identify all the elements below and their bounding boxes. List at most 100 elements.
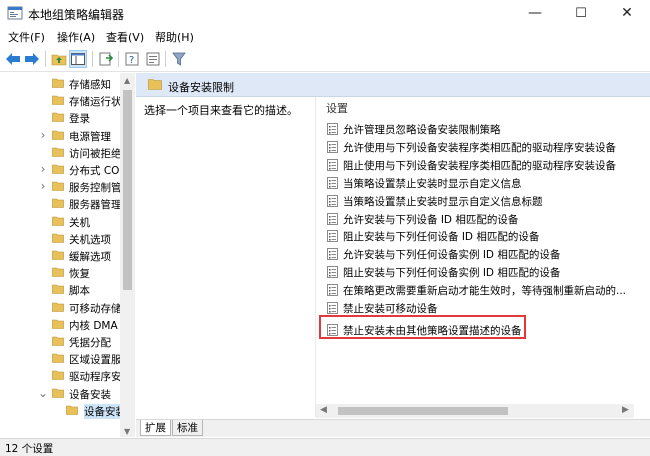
folder-icon: [52, 267, 64, 277]
toolbar-separator: [45, 51, 46, 67]
policy-setting-label: 在策略更改需要重新启动才能生效时，等待强制重新启动的...: [343, 285, 627, 298]
back-button[interactable]: [4, 50, 22, 68]
help-icon: ?: [125, 52, 139, 66]
policy-setting-row[interactable]: 允许安装与下列设备 ID 相匹配的设备: [327, 210, 627, 228]
policy-setting-row[interactable]: 在策略更改需要重新启动才能生效时，等待强制重新启动的...: [327, 281, 627, 299]
close-button[interactable]: ✕: [604, 0, 650, 26]
tree-item[interactable]: 缓解选项: [0, 247, 120, 264]
policy-setting-label: 阻止安装与下列任何设备实例 ID 相匹配的设备: [343, 267, 561, 280]
policy-setting-row[interactable]: 当策略设置禁止安装时显示自定义信息: [327, 174, 627, 192]
tree-item[interactable]: 存储感知: [0, 75, 120, 92]
menu-file[interactable]: 文件(F): [8, 29, 45, 45]
tab-standard[interactable]: 标准: [172, 420, 203, 436]
chevron-down-icon[interactable]: ⌄: [38, 387, 48, 399]
show-hide-tree-button[interactable]: [69, 50, 87, 68]
group-policy-app-icon: [7, 6, 23, 20]
tree-item[interactable]: 脚本: [0, 281, 120, 298]
chevron-right-icon[interactable]: ›: [38, 180, 48, 192]
chevron-right-icon: [38, 216, 48, 226]
chevron-right-icon: [38, 319, 48, 329]
policy-setting-icon: [327, 230, 338, 243]
tree-item[interactable]: 恢复: [0, 264, 120, 281]
tree-item-label: 可移动存储: [69, 302, 121, 315]
settings-scrollbar-thumb[interactable]: [338, 407, 508, 415]
tree-item[interactable]: 存储运行状: [0, 92, 121, 109]
tree-item-label: 访问被拒绝: [69, 147, 121, 160]
toolbar-separator: [118, 51, 119, 67]
menu-view[interactable]: 查看(V): [106, 29, 144, 45]
chevron-right-icon: [38, 284, 48, 294]
tree-item[interactable]: 凭据分配: [0, 333, 120, 350]
chevron-right-icon: [38, 250, 48, 260]
policy-setting-label: 允许安装与下列任何设备实例 ID 相匹配的设备: [343, 249, 561, 262]
tree-item[interactable]: 驱动程序安: [0, 367, 121, 384]
tree-item-label: 登录: [69, 113, 90, 126]
policy-setting-icon: [327, 194, 338, 207]
tree-item[interactable]: › 分布式 COM: [0, 161, 121, 178]
tree-item-label: 设备安装: [69, 388, 111, 401]
console-tree[interactable]: 存储感知存储运行状登录 › 电源管理访问被拒绝 › 分布式 COM › 服务控制管服务器管理…: [0, 73, 135, 437]
menu-action[interactable]: 操作(A): [57, 29, 95, 45]
tree-item[interactable]: 可移动存储: [0, 299, 121, 316]
policy-setting-row[interactable]: 允许管理员忽略设备安装限制策略: [327, 120, 627, 138]
tree-item[interactable]: 登录: [0, 109, 120, 126]
chevron-right-icon: [38, 370, 48, 380]
folder-icon: [52, 336, 64, 346]
folder-icon: [52, 302, 64, 312]
tree-item[interactable]: › 服务控制管: [0, 178, 121, 195]
tree-item[interactable]: ⌄ 设备安装: [0, 385, 120, 402]
tree-item[interactable]: 服务器管理: [0, 195, 121, 212]
policy-setting-row[interactable]: 阻止安装与下列任何设备 ID 相匹配的设备: [327, 227, 627, 245]
svg-text:?: ?: [129, 55, 134, 66]
tree-item-label: 服务器管理: [69, 199, 121, 212]
folder-icon: [52, 370, 64, 381]
tree-item[interactable]: 关机选项: [0, 230, 120, 247]
policy-setting-label: 允许安装与下列设备 ID 相匹配的设备: [343, 213, 519, 226]
settings-column-header[interactable]: 设置: [326, 100, 348, 116]
tree-item-label: 存储感知: [69, 79, 111, 91]
policy-setting-row[interactable]: 阻止安装与下列任何设备实例 ID 相匹配的设备: [327, 263, 627, 281]
policy-setting-icon: [327, 158, 338, 171]
export-list-button[interactable]: [97, 50, 115, 68]
chevron-right-icon[interactable]: ›: [38, 163, 48, 175]
tree-scroll-down-icon[interactable]: ▼: [124, 427, 130, 436]
highlight-box: [319, 315, 526, 339]
help-button[interactable]: ?: [123, 50, 141, 68]
chevron-right-icon: [38, 353, 48, 363]
policy-setting-label: 阻止安装与下列任何设备 ID 相匹配的设备: [343, 231, 540, 244]
tree-item-label: 服务控制管: [69, 182, 121, 195]
up-folder-button[interactable]: [50, 50, 68, 68]
forward-button[interactable]: [23, 50, 41, 68]
policy-setting-row[interactable]: 允许安装与下列任何设备实例 ID 相匹配的设备: [327, 245, 627, 263]
tree-item[interactable]: 内核 DMA: [0, 316, 120, 333]
maximize-button[interactable]: ☐: [558, 0, 604, 26]
view-tabs: [136, 419, 650, 437]
policy-setting-row[interactable]: 允许使用与下列设备安装程序类相匹配的驱动程序安装设备: [327, 138, 627, 156]
tree-item-selected[interactable]: 设备安装: [0, 402, 120, 419]
chevron-right-icon: [38, 267, 48, 277]
tree-scrollbar-thumb[interactable]: [123, 90, 132, 290]
policy-setting-row[interactable]: 当策略设置禁止安装时显示自定义信息标题: [327, 192, 627, 210]
policy-setting-label: 允许使用与下列设备安装程序类相匹配的驱动程序安装设备: [343, 141, 616, 154]
tree-scroll-up-icon[interactable]: ▲: [124, 76, 130, 85]
minimize-button[interactable]: —: [512, 0, 558, 26]
policy-setting-label: 阻止使用与下列设备安装程序类相匹配的驱动程序安装设备: [343, 159, 616, 172]
tree-item-label: 分布式 COM: [69, 165, 121, 177]
scroll-right-icon[interactable]: ▶: [622, 405, 629, 415]
scroll-left-icon[interactable]: ◀: [320, 405, 327, 415]
menu-help[interactable]: 帮助(H): [155, 29, 194, 45]
tab-extended[interactable]: 扩展: [140, 420, 171, 436]
policy-setting-icon: [327, 266, 338, 279]
chevron-right-icon[interactable]: ›: [38, 129, 48, 141]
filter-button[interactable]: [170, 50, 188, 68]
policy-setting-row[interactable]: 阻止使用与下列设备安装程序类相匹配的驱动程序安装设备: [327, 156, 627, 174]
properties-button[interactable]: [144, 50, 162, 68]
chevron-right-icon: [38, 147, 48, 157]
tree-item[interactable]: 访问被拒绝: [0, 144, 121, 161]
tree-item-label: 关机选项: [69, 233, 111, 246]
tree-item[interactable]: 关机: [0, 213, 120, 230]
tree-item[interactable]: 区域设置服: [0, 350, 121, 367]
policy-setting-icon: [327, 248, 338, 261]
tree-item[interactable]: › 电源管理: [0, 127, 120, 144]
properties-icon: [146, 52, 160, 66]
